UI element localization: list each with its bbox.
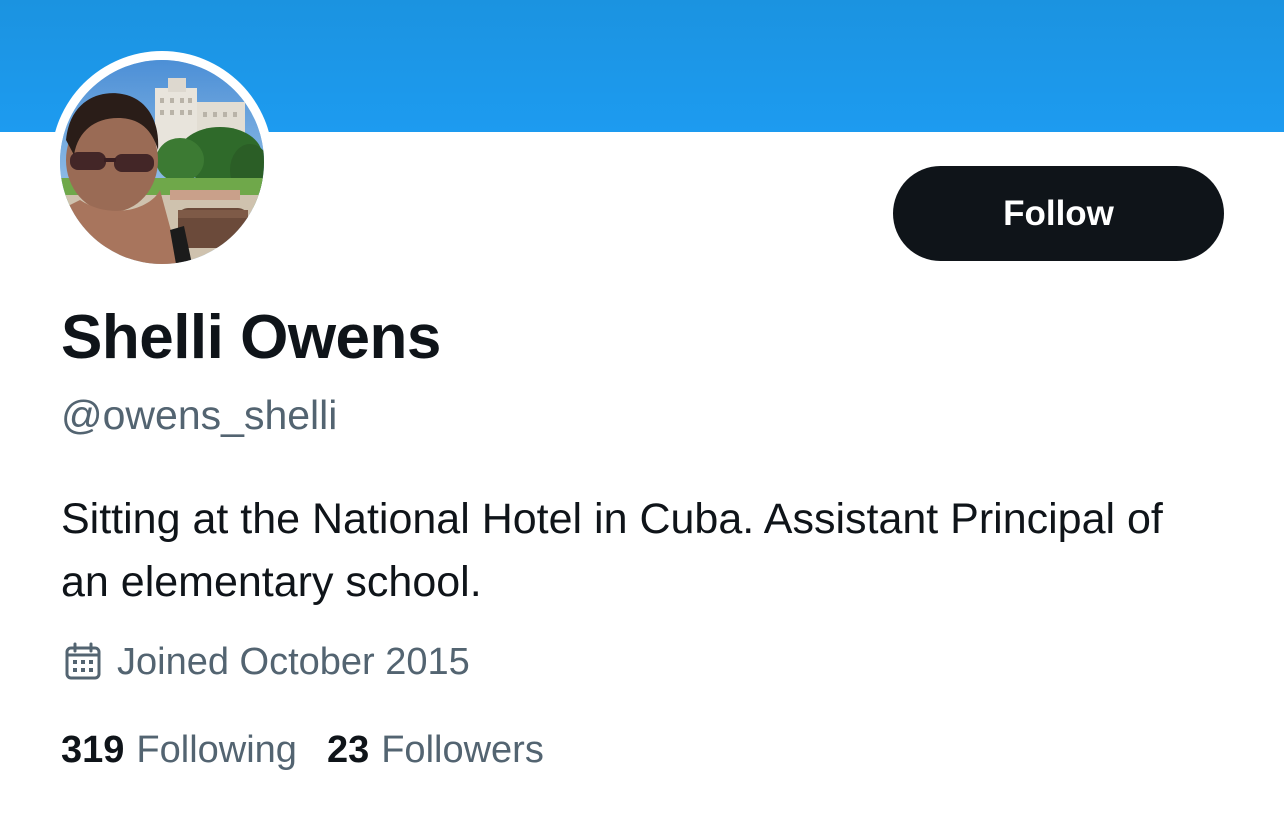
following-link[interactable]: 319 Following — [61, 729, 297, 772]
avatar-photo — [60, 60, 264, 264]
followers-link[interactable]: 23 Followers — [327, 729, 544, 772]
profile-bio: Sitting at the National Hotel in Cuba. A… — [61, 495, 1163, 606]
followers-count: 23 — [326, 728, 370, 771]
join-date-label: Joined October 2015 — [117, 640, 470, 683]
follow-button[interactable]: Follow — [893, 166, 1224, 261]
user-handle: @owens_shelli — [61, 392, 338, 438]
avatar[interactable] — [60, 60, 264, 264]
calendar-icon — [61, 640, 105, 684]
following-count: 319 — [61, 728, 125, 771]
following-label: Following — [136, 728, 297, 771]
join-date: Joined October 2015 — [61, 636, 470, 688]
follow-stats: 319 Following 23 Followers — [61, 724, 544, 776]
followers-label: Followers — [381, 728, 544, 771]
display-name: Shelli Owens — [61, 303, 441, 372]
